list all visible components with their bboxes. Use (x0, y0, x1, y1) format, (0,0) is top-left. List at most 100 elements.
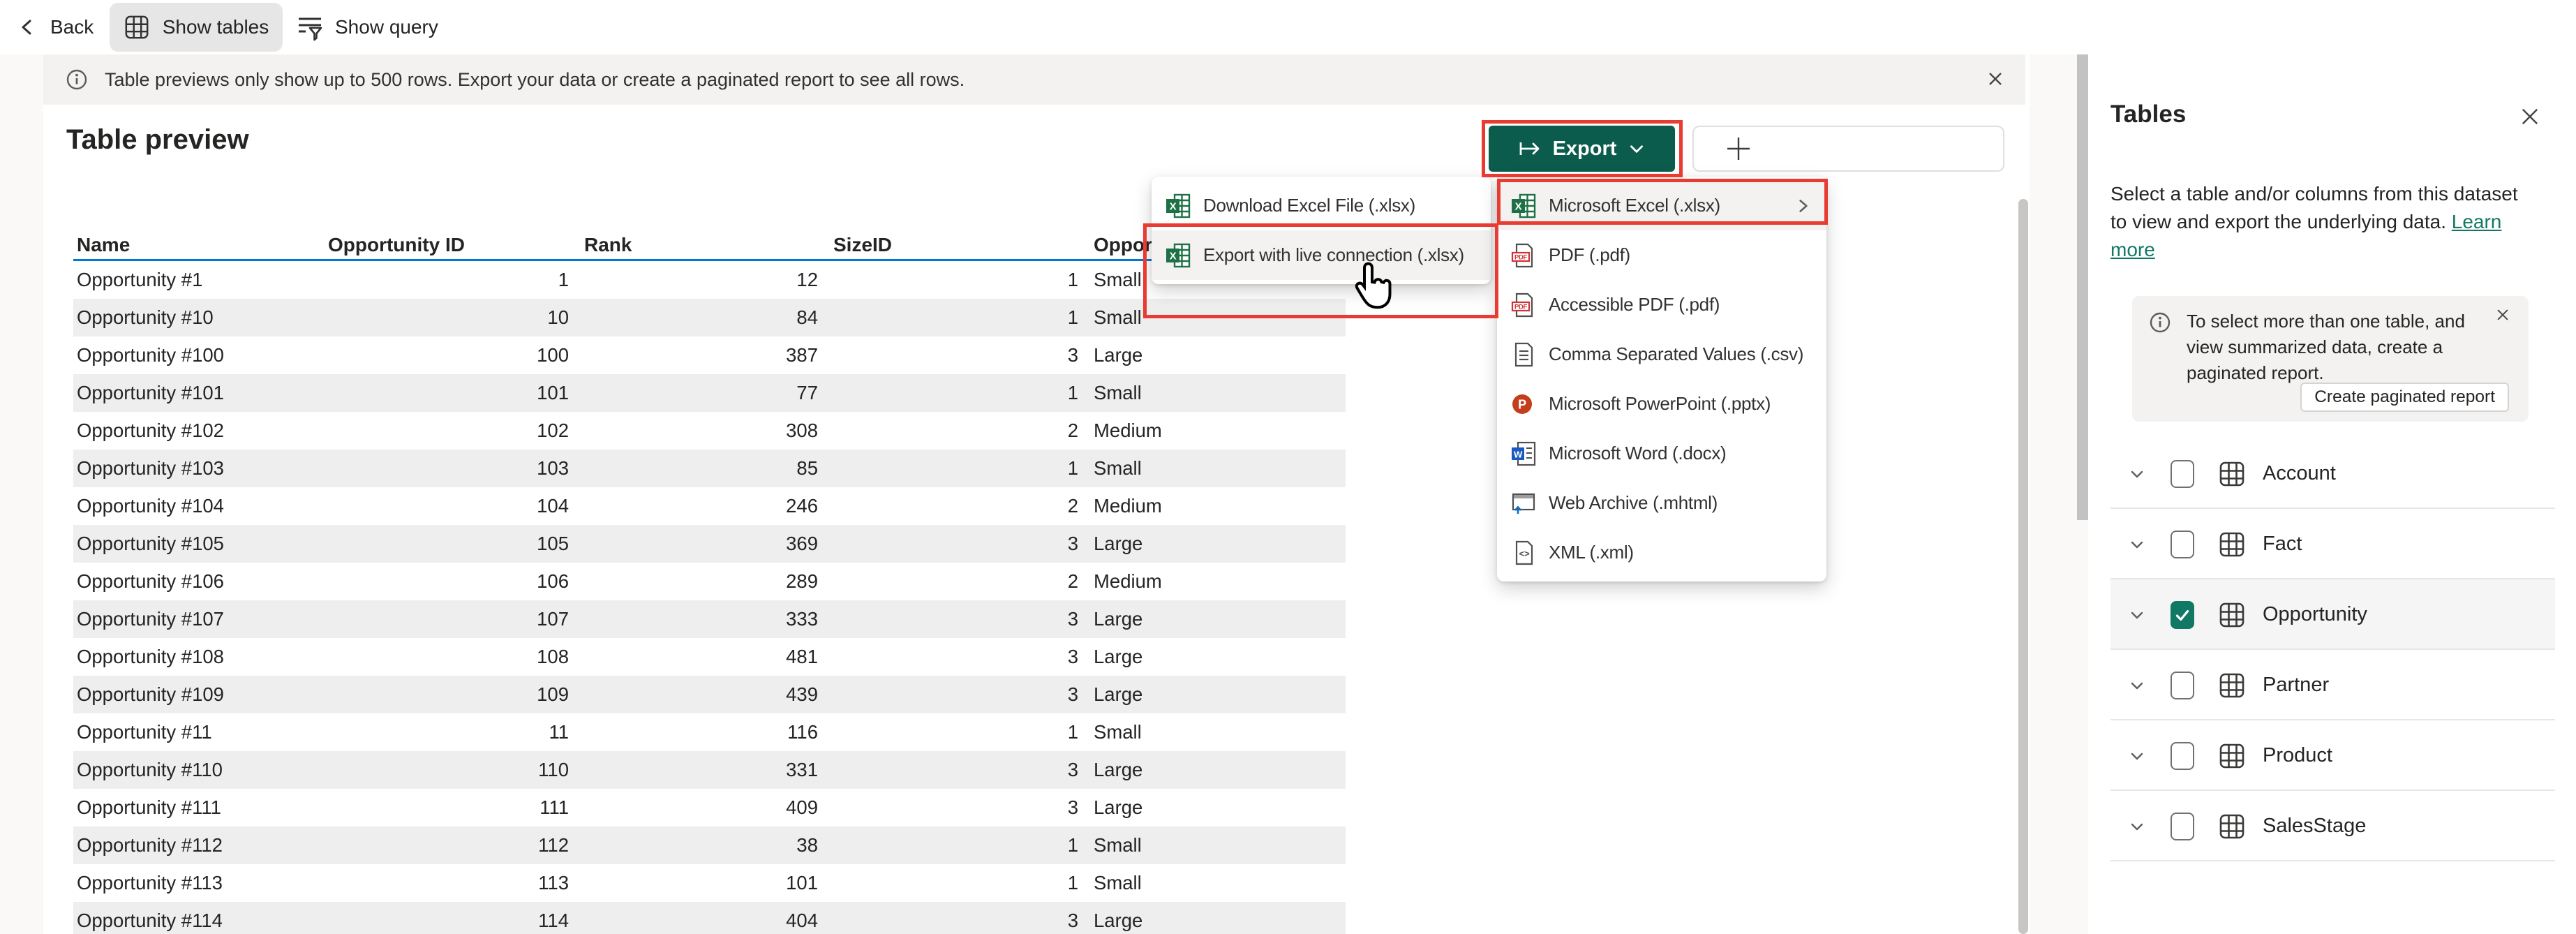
table-cell: Opportunity #105 (73, 533, 328, 555)
chevron-down-icon[interactable] (2129, 748, 2145, 764)
table-cell: 387 (569, 344, 818, 366)
table-row: Opportunity #11111161Small (73, 713, 1346, 751)
table-grid-icon (2218, 813, 2246, 840)
table-list-item-salesstage[interactable]: SalesStage (2088, 791, 2576, 861)
table-cell: 246 (569, 495, 818, 517)
table-cell: Large (1094, 683, 1346, 706)
table-cell: Small (1094, 457, 1346, 480)
table-cell: Opportunity #111 (73, 796, 328, 819)
menu-item-label: PDF (.pdf) (1549, 244, 1630, 266)
format-menu-item[interactable]: PMicrosoft PowerPoint (.pptx) (1497, 379, 1826, 429)
format-menu-item[interactable]: Web Archive (.mhtml) (1497, 478, 1826, 528)
table-cell: 1 (818, 721, 1078, 743)
chevron-down-icon[interactable] (2129, 818, 2145, 835)
banner-close-icon[interactable] (1985, 68, 2006, 89)
table-cell: 114 (328, 910, 569, 932)
table-grid-icon (124, 14, 150, 40)
main-scrollbar-thumb[interactable] (2018, 199, 2028, 934)
table-grid-icon (2218, 672, 2246, 699)
table-cell: Large (1094, 759, 1346, 781)
tables-panel: Tables Select a table and/or columns fro… (2088, 0, 2576, 934)
table-cell: 116 (569, 721, 818, 743)
table-cell: 3 (818, 646, 1078, 668)
callout-close-icon[interactable] (2494, 306, 2512, 324)
checkbox-account[interactable] (2171, 460, 2194, 488)
export-menu-item[interactable]: XDownload Excel File (.xlsx) (1152, 181, 1491, 230)
table-cell: 333 (569, 608, 818, 630)
table-cell: Large (1094, 646, 1346, 668)
column-header-opportunity-id[interactable]: Opportunity ID (328, 234, 569, 256)
format-menu-item[interactable]: Comma Separated Values (.csv) (1497, 329, 1826, 379)
callout-text: To select more than one table, and view … (2187, 309, 2483, 386)
export-button[interactable]: Export (1489, 126, 1675, 172)
checkbox-salesstage[interactable] (2171, 813, 2194, 840)
chevron-right-icon (1794, 197, 1812, 215)
table-cell: Opportunity #101 (73, 382, 328, 404)
column-header-sizeid[interactable]: SizeID (818, 234, 1078, 256)
table-cell: 1 (328, 269, 569, 291)
format-menu-item[interactable]: PDF PDF (.pdf) (1497, 230, 1826, 280)
chevron-down-icon[interactable] (2129, 466, 2145, 482)
checkbox-opportunity[interactable] (2171, 601, 2194, 629)
back-button[interactable]: Back (17, 0, 94, 54)
table-cell: 2 (818, 420, 1078, 442)
svg-text:PDF: PDF (1514, 253, 1528, 261)
checkbox-partner[interactable] (2171, 672, 2194, 699)
table-preview: Name Opportunity ID Rank SizeID Oppor Op… (73, 230, 1346, 934)
table-cell: 101 (328, 382, 569, 404)
word-icon: W (1511, 441, 1536, 466)
table-cell: 85 (569, 457, 818, 480)
table-cell: Small (1094, 306, 1346, 329)
show-tables-label: Show tables (163, 16, 269, 38)
back-chevron-icon (17, 16, 39, 38)
table-cell: 104 (328, 495, 569, 517)
svg-text:<>: <> (1519, 549, 1530, 559)
tab-show-tables[interactable]: Show tables (110, 3, 283, 52)
info-banner: Table previews only show up to 500 rows.… (43, 54, 2025, 105)
table-cell: Large (1094, 533, 1346, 555)
panel-close-icon[interactable] (2518, 105, 2542, 128)
checkbox-product[interactable] (2171, 742, 2194, 770)
main-scrollbar[interactable] (2018, 54, 2028, 934)
format-menu-item[interactable]: PDFAccessible PDF (.pdf) (1497, 280, 1826, 329)
table-list: AccountFactOpportunityPartnerProduct Sale… (2088, 438, 2576, 861)
plus-icon (1725, 135, 1752, 163)
panel-description: Select a table and/or columns from this … (2110, 180, 2529, 264)
table-list-item-fact[interactable]: Fact (2088, 509, 2576, 579)
table-grid-icon (2218, 601, 2246, 629)
export-label: Export (1553, 138, 1617, 161)
table-cell: 108 (328, 646, 569, 668)
table-row: Opportunity #1010841Small (73, 299, 1346, 336)
format-menu-item[interactable]: <>XML (.xml) (1497, 528, 1826, 577)
table-cell: Opportunity #102 (73, 420, 328, 442)
checkbox-fact[interactable] (2171, 531, 2194, 558)
column-header-rank[interactable]: Rank (569, 234, 818, 256)
chevron-down-icon[interactable] (2129, 536, 2145, 553)
table-cell: 77 (569, 382, 818, 404)
column-header-name[interactable]: Name (73, 234, 328, 256)
table-cell: 1 (818, 834, 1078, 857)
menu-item-label: Comma Separated Values (.csv) (1549, 343, 1803, 365)
info-icon (66, 68, 88, 91)
export-menu-item[interactable]: XExport with live connection (.xlsx) (1152, 230, 1491, 280)
chevron-down-icon[interactable] (2129, 677, 2145, 694)
add-button[interactable] (1692, 126, 2004, 172)
panel-scrollbar-thumb[interactable] (2077, 54, 2088, 520)
table-list-item-partner[interactable]: Partner (2088, 650, 2576, 720)
table-cell: Opportunity #1 (73, 269, 328, 291)
table-cell: Opportunity #106 (73, 570, 328, 593)
format-menu-item[interactable]: XMicrosoft Excel (.xlsx) (1497, 181, 1826, 230)
table-list-item-account[interactable]: Account (2088, 438, 2576, 509)
tab-show-query[interactable]: Show query (296, 0, 438, 54)
svg-text:X: X (1170, 250, 1177, 262)
table-list-item-opportunity[interactable]: Opportunity (2088, 579, 2576, 650)
format-menu-item[interactable]: W Microsoft Word (.docx) (1497, 429, 1826, 478)
table-cell: 404 (569, 910, 818, 932)
create-paginated-report-button[interactable]: Create paginated report (2300, 383, 2509, 412)
menu-item-label: Microsoft Word (.docx) (1549, 443, 1726, 464)
table-name-label: SalesStage (2263, 815, 2366, 838)
excel-icon: X (1166, 193, 1191, 218)
table-list-item-product[interactable]: Product (2088, 720, 2576, 791)
chevron-down-icon[interactable] (2129, 607, 2145, 623)
table-cell: Medium (1094, 420, 1346, 442)
